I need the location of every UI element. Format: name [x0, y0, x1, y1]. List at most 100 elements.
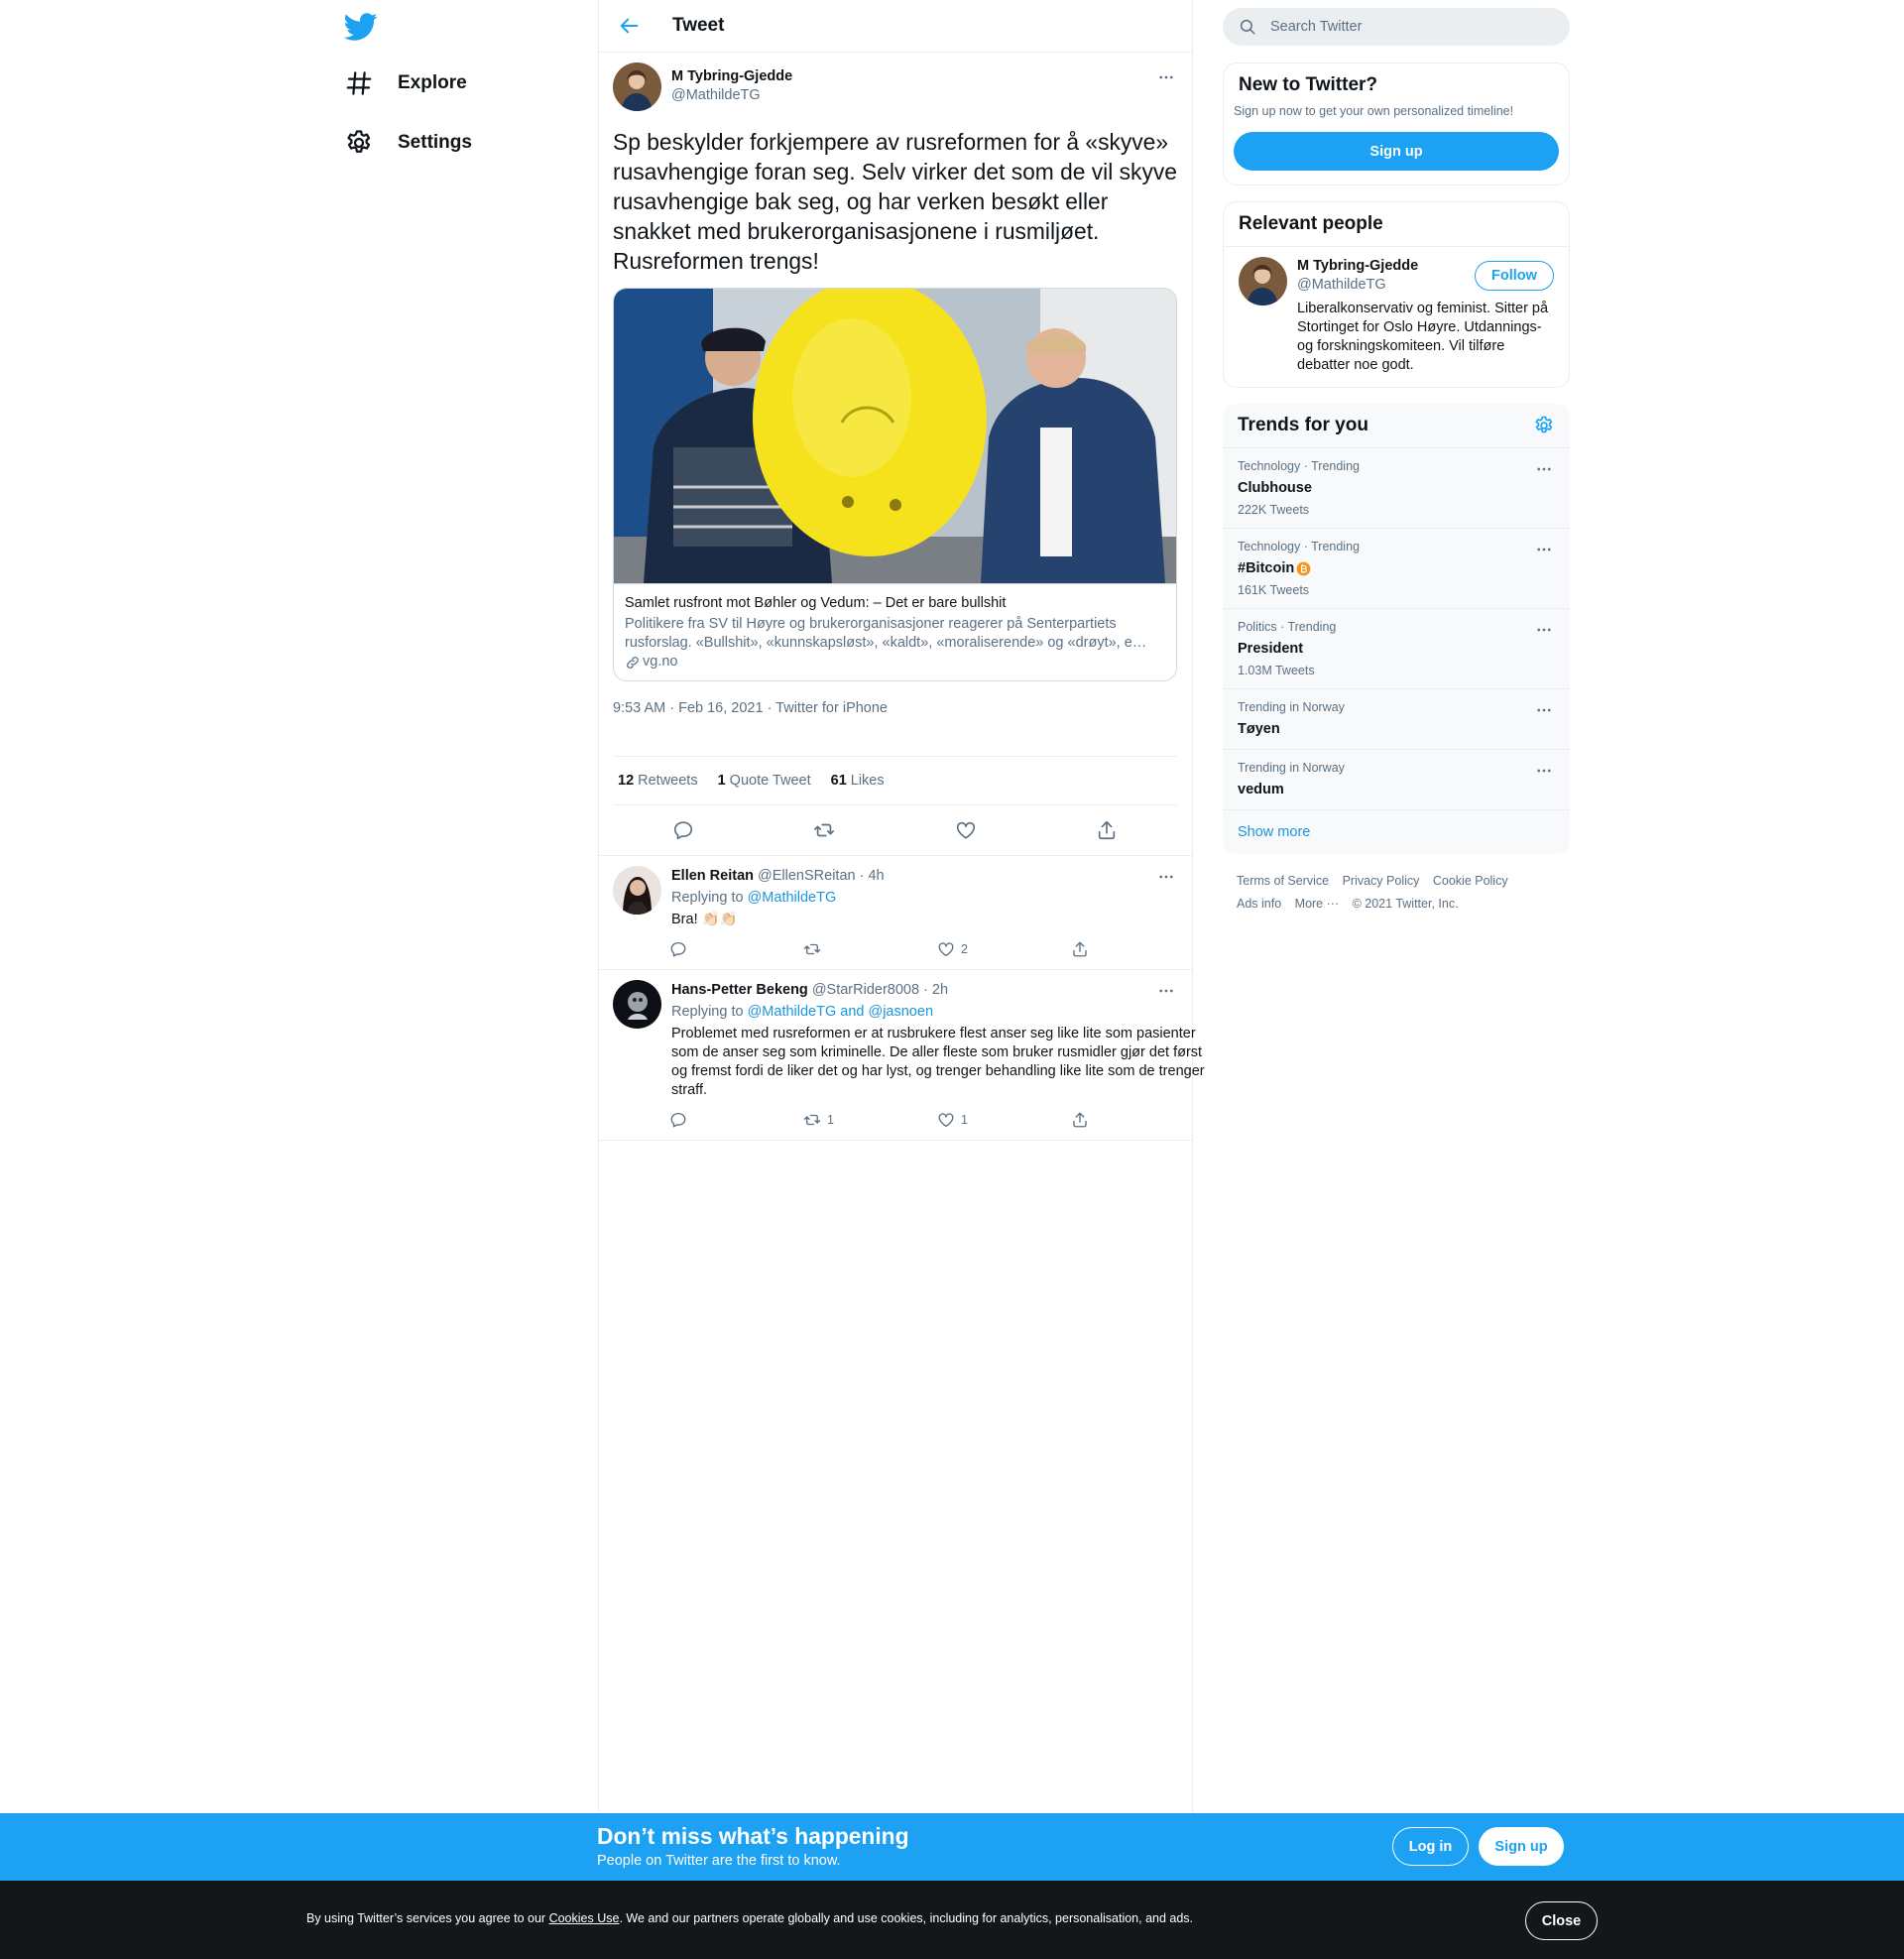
avatar[interactable]: [613, 980, 661, 1029]
link-card[interactable]: Samlet rusfront mot Bøhler og Vedum: – D…: [613, 288, 1177, 681]
trend-item[interactable]: Technology · Trending Clubhouse 222K Twe…: [1223, 447, 1570, 528]
reply-author-name[interactable]: Hans-Petter Bekeng: [671, 982, 808, 998]
more-options-icon[interactable]: [1533, 619, 1555, 641]
main-column: Tweet M Tybring-Gjedde @MathildeTG Sp be…: [598, 0, 1205, 1813]
card-title: Samlet rusfront mot Bøhler og Vedum: – D…: [625, 595, 1007, 611]
retweet-button[interactable]: [803, 940, 937, 958]
reply-author-name[interactable]: Ellen Reitan: [671, 868, 754, 884]
signup-button[interactable]: Sign up: [1234, 132, 1559, 171]
nav-explore-label: Explore: [398, 72, 467, 93]
cookie-text: By using Twitter’s services you agree to…: [306, 1911, 1193, 1925]
gear-icon: [344, 128, 374, 158]
retweet-button[interactable]: 1: [803, 1111, 937, 1129]
reply-button[interactable]: [669, 940, 803, 958]
trend-item[interactable]: Technology · Trending #Bitcoin 161K Twee…: [1223, 528, 1570, 608]
more-link[interactable]: More ···: [1295, 897, 1339, 911]
trend-item[interactable]: Trending in Norway Tøyen: [1223, 688, 1570, 749]
search-input[interactable]: Search Twitter: [1223, 8, 1570, 46]
author-name[interactable]: M Tybring-Gjedde: [671, 67, 792, 86]
reply-tweet[interactable]: Hans-Petter Bekeng @StarRider8008 · 2h R…: [599, 969, 1205, 1141]
retweet-icon[interactable]: [807, 813, 841, 847]
card-domain: vg.no: [625, 653, 1165, 672]
more-options-icon[interactable]: [1155, 980, 1177, 1002]
tweet-actions: [613, 805, 1177, 855]
like-button[interactable]: 1: [937, 1111, 1071, 1129]
card-image: [614, 289, 1176, 583]
quotes-label: Quote Tweet: [729, 773, 811, 789]
reply-author-meta[interactable]: @StarRider8008 · 2h: [812, 982, 948, 998]
replying-to-mention[interactable]: @MathildeTG and @jasnoen: [748, 1004, 933, 1020]
retweets-stat[interactable]: 12 Retweets: [618, 773, 698, 789]
trend-count: 222K Tweets: [1238, 503, 1310, 517]
more-options-icon[interactable]: [1533, 458, 1555, 480]
search-icon: [1239, 18, 1256, 36]
reply-author-meta[interactable]: @EllenSReitan · 4h: [758, 868, 885, 884]
like-button[interactable]: 2: [937, 940, 1071, 958]
like-count: 1: [961, 1113, 968, 1127]
like-heart-icon: [937, 1111, 955, 1129]
twitter-bird-icon[interactable]: [344, 10, 378, 44]
card-description: Politikere fra SV til Høyre og brukerorg…: [625, 616, 1147, 651]
reply-icon[interactable]: [666, 813, 700, 847]
trend-item[interactable]: Trending in Norway vedum: [1223, 749, 1570, 809]
close-button[interactable]: Close: [1525, 1901, 1598, 1940]
link-icon: [625, 655, 643, 671]
author-handle[interactable]: @MathildeTG: [671, 86, 792, 105]
trends-title: Trends for you: [1238, 415, 1368, 435]
avatar[interactable]: [1239, 257, 1287, 306]
trend-count: 1.03M Tweets: [1238, 664, 1315, 677]
cookie-policy-link[interactable]: Cookie Policy: [1433, 874, 1508, 888]
quotes-count: 1: [717, 773, 726, 789]
reply-tweet[interactable]: Ellen Reitan @EllenSReitan · 4h Replying…: [599, 855, 1192, 969]
reply-actions: 2: [669, 929, 1205, 969]
show-more-link[interactable]: Show more: [1223, 809, 1570, 854]
reply-button[interactable]: [669, 1111, 803, 1129]
retweet-count: 1: [827, 1113, 834, 1127]
ads-info-link[interactable]: Ads info: [1237, 897, 1281, 911]
more-options-icon[interactable]: [1155, 866, 1177, 888]
more-options-icon[interactable]: [1155, 66, 1177, 88]
trend-name: #Bitcoin: [1238, 560, 1295, 576]
quote-tweets-stat[interactable]: 1 Quote Tweet: [718, 773, 811, 789]
cookie-text-before: By using Twitter’s services you agree to…: [306, 1911, 549, 1925]
privacy-link[interactable]: Privacy Policy: [1343, 874, 1420, 888]
trend-category: Politics · Trending: [1238, 620, 1337, 634]
banner-signup-button[interactable]: Sign up: [1479, 1827, 1564, 1866]
share-button[interactable]: [1071, 1111, 1205, 1129]
more-options-icon[interactable]: [1533, 539, 1555, 560]
share-button[interactable]: [1071, 940, 1205, 958]
search-placeholder: Search Twitter: [1270, 19, 1363, 35]
tweet-text: Sp beskylder forkjempere av rusreformen …: [613, 129, 1177, 274]
follow-button[interactable]: Follow: [1475, 261, 1554, 291]
page-header: Tweet: [599, 0, 1192, 53]
tweet-timestamp[interactable]: 9:53 AM · Feb 16, 2021 · Twitter for iPh…: [613, 694, 1177, 757]
nav-settings[interactable]: Settings: [331, 117, 472, 169]
back-arrow-icon[interactable]: [613, 9, 647, 43]
relevant-person[interactable]: M Tybring-Gjedde @MathildeTG Liberalkons…: [1224, 246, 1569, 387]
nav-explore[interactable]: Explore: [331, 58, 467, 109]
replying-to-mention[interactable]: @MathildeTG: [748, 890, 837, 906]
like-heart-icon[interactable]: [949, 813, 983, 847]
trend-count: 161K Tweets: [1238, 583, 1310, 597]
reply-actions: 1 1: [669, 1100, 1205, 1140]
reply-text: Bra! 👏🏻👏🏻: [671, 912, 738, 927]
login-button[interactable]: Log in: [1392, 1827, 1469, 1866]
more-options-icon[interactable]: [1533, 699, 1555, 721]
share-icon[interactable]: [1090, 813, 1124, 847]
likes-stat[interactable]: 61 Likes: [831, 773, 885, 789]
cookies-use-link[interactable]: Cookies Use: [549, 1911, 620, 1925]
avatar[interactable]: [613, 62, 661, 111]
trend-item[interactable]: Politics · Trending President 1.03M Twee…: [1223, 608, 1570, 688]
like-heart-icon: [937, 940, 955, 958]
trend-category: Technology · Trending: [1238, 540, 1360, 553]
retweets-count: 12: [618, 773, 635, 789]
gear-icon[interactable]: [1533, 415, 1555, 436]
terms-link[interactable]: Terms of Service: [1237, 874, 1329, 888]
trend-name: Tøyen: [1238, 721, 1280, 737]
trend-name: Clubhouse: [1238, 480, 1312, 496]
trend-category: Trending in Norway: [1238, 700, 1345, 714]
more-options-icon[interactable]: [1533, 760, 1555, 782]
trends-box: Trends for you Technology · Trending Clu…: [1223, 404, 1570, 854]
avatar[interactable]: [613, 866, 661, 915]
person-bio: Liberalkonservativ og feminist. Sitter p…: [1297, 301, 1549, 373]
